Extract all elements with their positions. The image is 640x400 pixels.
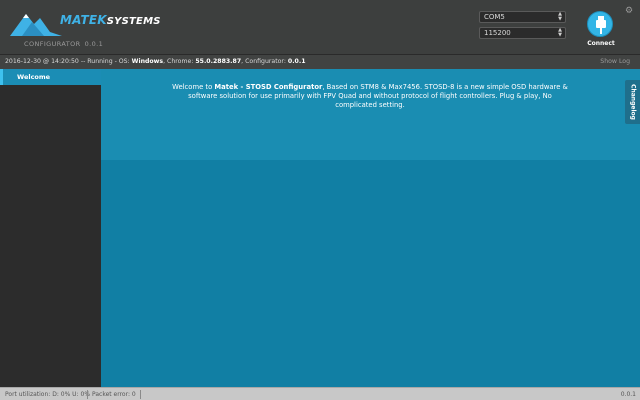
log-configurator-version: 0.0.1 xyxy=(287,58,306,65)
status-bar: Port utilization: D: 0% U: 0% Packet err… xyxy=(0,387,640,400)
status-divider xyxy=(87,390,88,399)
usb-plug-icon xyxy=(596,16,606,34)
log-bar: 2016-12-30 @ 14:20:50 -- Running - OS: W… xyxy=(0,55,640,69)
log-chrome-label: , Chrome: xyxy=(163,58,196,65)
log-prefix: 2016-12-30 @ 14:20:50 -- Running - OS: xyxy=(5,58,132,65)
status-version: 0.0.1 xyxy=(620,391,636,398)
port-utilization: Port utilization: D: 0% U: 0% xyxy=(5,391,91,398)
mountain-logo-icon xyxy=(10,14,62,36)
welcome-app-name: Matek - STOSD Configurator xyxy=(214,83,323,91)
subtitle-text: CONFIGURATOR xyxy=(24,40,81,48)
gear-icon[interactable]: ⚙ xyxy=(625,7,633,16)
brand-secondary: SYSTEMS xyxy=(106,16,161,27)
select-arrows-icon: ▲ ▼ xyxy=(558,11,562,22)
changelog-tab[interactable]: Changelog xyxy=(625,80,640,124)
brand-name: MATEKSYSTEMS xyxy=(60,13,161,27)
app-subtitle: CONFIGURATOR 0.0.1 xyxy=(24,40,103,48)
connect-label[interactable]: Connect xyxy=(586,40,616,47)
welcome-prefix: Welcome to xyxy=(172,83,215,91)
welcome-message: Welcome to Matek - STOSD Configurator, B… xyxy=(170,83,570,111)
log-text: 2016-12-30 @ 14:20:50 -- Running - OS: W… xyxy=(5,58,306,65)
log-chrome-version: 55.0.2883.87 xyxy=(195,58,242,65)
sidebar-item-welcome[interactable]: Welcome xyxy=(0,69,101,85)
port-select-value: COM5 xyxy=(484,13,505,21)
select-arrows-icon: ▲ ▼ xyxy=(558,27,562,38)
main-content-panel xyxy=(101,160,640,387)
baud-select[interactable]: 115200 ▲ ▼ xyxy=(479,27,566,39)
brand-primary: MATEK xyxy=(60,13,107,27)
sidebar: Welcome xyxy=(0,69,101,387)
show-log-link[interactable]: Show Log xyxy=(600,58,630,65)
log-os: Windows xyxy=(131,58,164,65)
app-version: 0.0.1 xyxy=(84,40,104,48)
connect-button[interactable] xyxy=(587,11,613,37)
log-configurator-label: , Configurator: xyxy=(241,58,288,65)
status-divider xyxy=(140,390,141,399)
baud-select-value: 115200 xyxy=(484,29,511,37)
packet-error: Packet error: 0 xyxy=(92,391,136,398)
header: MATEKSYSTEMS CONFIGURATOR 0.0.1 COM5 ▲ ▼ 1… xyxy=(0,0,640,55)
port-select[interactable]: COM5 ▲ ▼ xyxy=(479,11,566,23)
sidebar-item-label: Welcome xyxy=(17,73,51,81)
changelog-label: Changelog xyxy=(629,84,636,120)
